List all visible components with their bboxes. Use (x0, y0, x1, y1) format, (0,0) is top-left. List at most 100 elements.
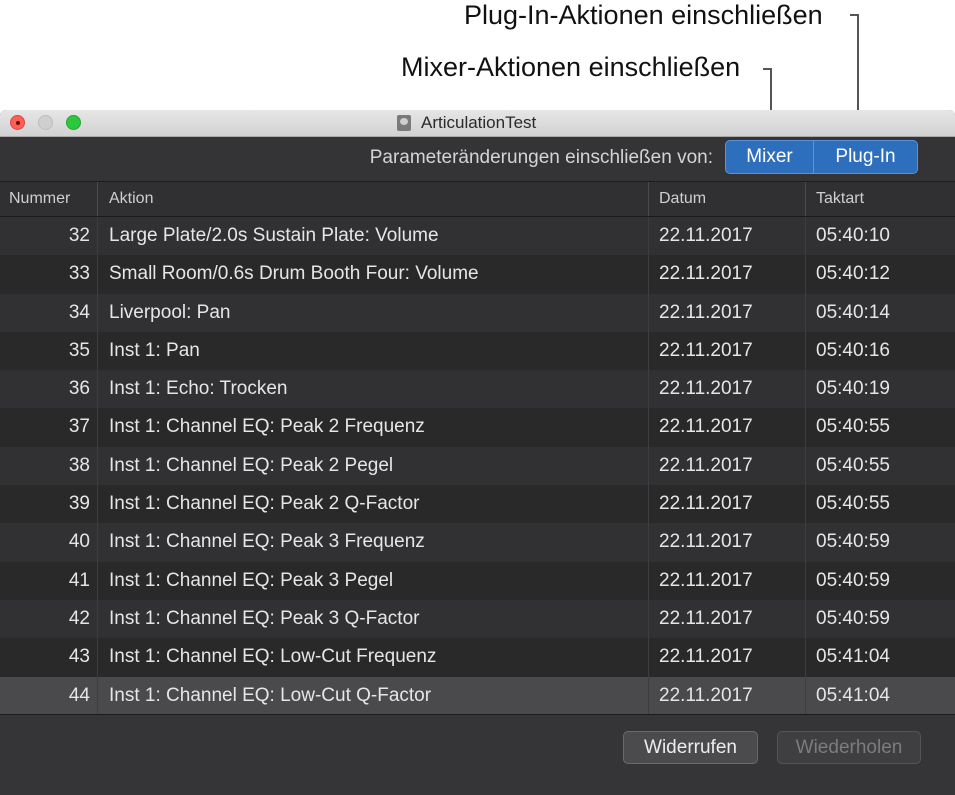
row-column-divider (97, 676, 98, 715)
column-header-number[interactable]: Nummer (9, 182, 70, 216)
cell-time: 05:40:10 (816, 225, 890, 246)
row-column-divider (805, 523, 806, 562)
cell-date: 22.11.2017 (659, 684, 753, 706)
column-divider (648, 182, 649, 216)
cell-action: Inst 1: Echo: Trocken (109, 378, 288, 400)
row-column-divider (805, 293, 806, 332)
cell-action: Inst 1: Channel EQ: Low-Cut Q-Factor (109, 684, 432, 706)
row-column-divider (97, 446, 98, 486)
table-row[interactable]: 37 Inst 1: Channel EQ: Peak 2 Frequenz 22.… (0, 408, 955, 447)
row-column-divider (97, 255, 98, 294)
cell-date: 22.11.2017 (659, 301, 753, 323)
cell-number: 37 (68, 416, 90, 438)
cell-action: Inst 1: Channel EQ: Peak 3 Frequenz (109, 531, 425, 553)
column-header-time[interactable]: Taktart (816, 182, 864, 216)
table-row[interactable]: 41 Inst 1: Channel EQ: Peak 3 Pegel 22.11.… (0, 561, 955, 600)
cell-time: 05:40:55 (816, 416, 890, 438)
row-column-divider (648, 255, 649, 294)
column-header-date[interactable]: Datum (659, 182, 706, 216)
cell-number: 40 (68, 531, 90, 553)
cell-date: 22.11.2017 (659, 493, 753, 515)
column-header-action[interactable]: Aktion (109, 182, 153, 216)
cell-time: 05:41:04 (816, 646, 890, 668)
cell-time: 05:40:59 (816, 531, 890, 553)
row-column-divider (97, 599, 98, 639)
cell-date: 22.11.2017 (659, 531, 753, 553)
cell-action: Inst 1: Channel EQ: Peak 3 Q-Factor (109, 607, 420, 629)
row-column-divider (97, 408, 98, 447)
cell-action: Inst 1: Channel EQ: Peak 2 Pegel (109, 454, 394, 476)
row-column-divider (648, 370, 649, 409)
mixer-toggle-button[interactable]: Mixer (725, 140, 814, 174)
row-column-divider (648, 485, 649, 524)
row-column-divider (97, 485, 98, 524)
cell-time: 05:40:55 (816, 493, 890, 515)
cell-number: 42 (68, 607, 90, 629)
row-column-divider (97, 638, 98, 677)
table-row[interactable]: 36 Inst 1: Echo: Trocken 22.11.2017 05:40:1… (0, 370, 955, 409)
table-row[interactable]: 44 Inst 1: Channel EQ: Low-Cut Q-Factor 22… (0, 676, 955, 715)
row-column-divider (648, 217, 649, 256)
cell-date: 22.11.2017 (659, 569, 753, 591)
zoom-window-button[interactable] (66, 115, 81, 130)
cell-date: 22.11.2017 (659, 607, 753, 629)
cell-date: 22.11.2017 (659, 225, 753, 246)
cell-number: 44 (68, 684, 90, 706)
plugin-toggle-button[interactable]: Plug-In (813, 140, 918, 174)
row-column-divider (805, 561, 806, 600)
table-row[interactable]: 42 Inst 1: Channel EQ: Peak 3 Q-Factor 22.… (0, 599, 955, 639)
cell-time: 05:40:59 (816, 569, 890, 591)
table-row[interactable]: 32 Large Plate/2.0s Sustain Plate: Volume… (0, 217, 955, 256)
callout-plugin-leader-tick (850, 14, 859, 16)
close-window-button[interactable] (10, 115, 25, 130)
cell-number: 38 (68, 454, 90, 476)
cell-date: 22.11.2017 (659, 378, 753, 400)
row-column-divider (805, 599, 806, 639)
cell-time: 05:41:04 (816, 684, 890, 706)
row-column-divider (97, 370, 98, 409)
table-row[interactable]: 40 Inst 1: Channel EQ: Peak 3 Frequenz 22.… (0, 523, 955, 562)
row-column-divider (648, 599, 649, 639)
row-column-divider (805, 331, 806, 371)
row-column-divider (97, 217, 98, 256)
callout-plugin-actions: Plug-In-Aktionen einschließen (464, 0, 823, 30)
close-dot-icon (15, 120, 20, 125)
cell-action: Inst 1: Channel EQ: Peak 2 Frequenz (109, 416, 425, 438)
cell-number: 43 (68, 646, 90, 668)
table-row[interactable]: 39 Inst 1: Channel EQ: Peak 2 Q-Factor 22.… (0, 485, 955, 524)
cell-time: 05:40:59 (816, 607, 890, 629)
table-row[interactable]: 33 Small Room/0.6s Drum Booth Four: Volum… (0, 255, 955, 294)
cell-number: 32 (68, 225, 90, 246)
history-table-body: 32 Large Plate/2.0s Sustain Plate: Volume… (0, 217, 955, 715)
cell-action: Inst 1: Channel EQ: Low-Cut Frequenz (109, 646, 437, 668)
cell-number: 39 (68, 493, 90, 515)
undo-button[interactable]: Widerrufen (623, 731, 758, 764)
cell-number: 34 (68, 301, 90, 323)
cell-date: 22.11.2017 (659, 646, 753, 668)
undo-history-window: ArticulationTest Parameteränderungen ein… (0, 110, 955, 795)
cell-action: Liverpool: Pan (109, 301, 231, 323)
table-row[interactable]: 34 Liverpool: Pan 22.11.2017 05:40:14 (0, 293, 955, 332)
row-column-divider (805, 408, 806, 447)
cell-number: 33 (68, 263, 90, 285)
cell-number: 35 (68, 339, 90, 361)
row-column-divider (97, 523, 98, 562)
column-divider (805, 182, 806, 216)
window-title: ArticulationTest (421, 113, 537, 132)
table-row[interactable]: 43 Inst 1: Channel EQ: Low-Cut Frequenz 22… (0, 638, 955, 677)
cell-date: 22.11.2017 (659, 263, 753, 285)
cell-action: Inst 1: Channel EQ: Peak 2 Q-Factor (109, 493, 420, 515)
row-column-divider (805, 217, 806, 256)
redo-button-disabled: Wiederholen (777, 731, 921, 764)
column-divider (97, 182, 98, 216)
row-column-divider (648, 446, 649, 486)
row-column-divider (805, 676, 806, 715)
table-row[interactable]: 35 Inst 1: Pan 22.11.2017 05:40:16 (0, 331, 955, 371)
table-row[interactable]: 38 Inst 1: Channel EQ: Peak 2 Pegel 22.11.… (0, 446, 955, 486)
cell-date: 22.11.2017 (659, 339, 753, 361)
row-column-divider (648, 523, 649, 562)
minimize-window-button[interactable] (38, 115, 53, 130)
row-column-divider (805, 370, 806, 409)
row-column-divider (805, 485, 806, 524)
cell-action: Large Plate/2.0s Sustain Plate: Volume (109, 225, 439, 246)
